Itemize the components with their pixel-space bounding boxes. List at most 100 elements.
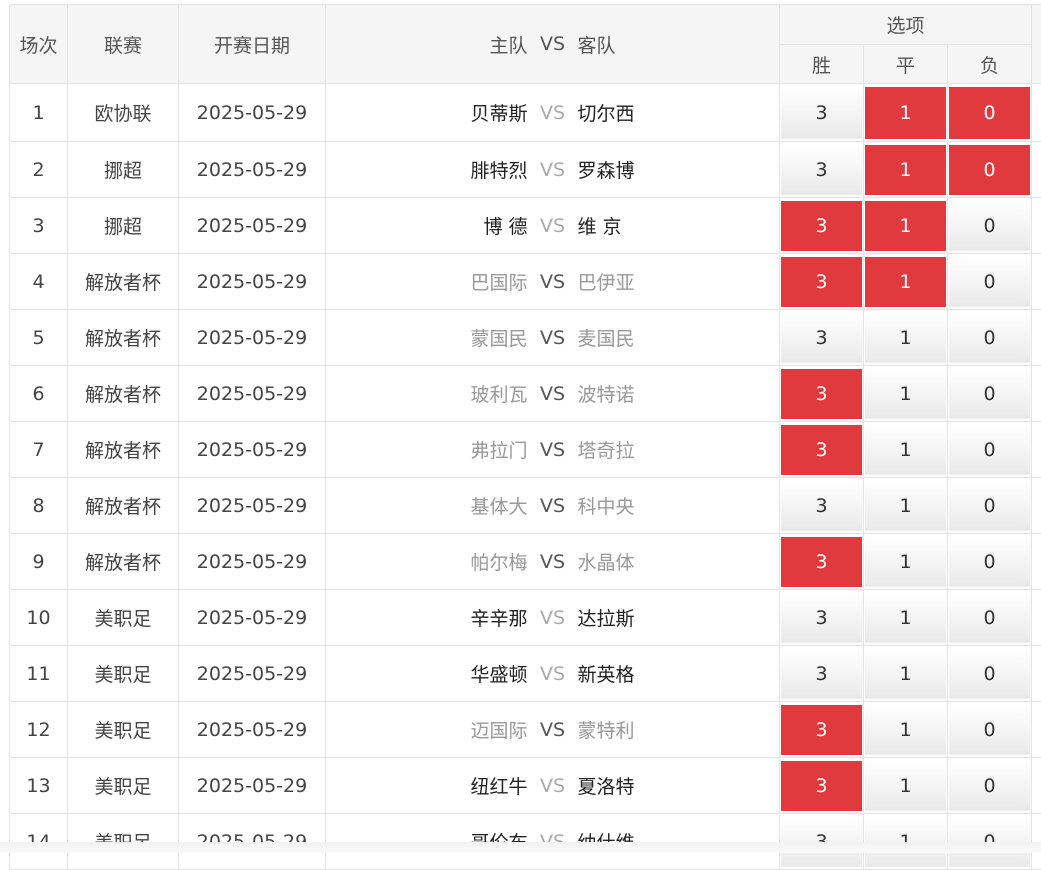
row-spacer bbox=[1032, 84, 1041, 142]
lose-option-button[interactable]: 0 bbox=[949, 481, 1030, 531]
home-team: 弗拉门 bbox=[408, 436, 528, 463]
lose-option-button[interactable]: 0 bbox=[949, 257, 1030, 307]
draw-option-button[interactable]: 1 bbox=[865, 481, 946, 531]
date-cell: 2025-05-29 bbox=[179, 422, 326, 478]
lose-option-button[interactable]: 0 bbox=[949, 425, 1030, 475]
win-option-button[interactable]: 3 bbox=[781, 313, 862, 363]
table-row: 7解放者杯2025-05-29弗拉门VS塔奇拉310 bbox=[10, 422, 1041, 478]
lose-option-button[interactable]: 0 bbox=[949, 705, 1030, 755]
match-no-cell: 2 bbox=[10, 142, 68, 198]
win-option-cell: 3 bbox=[780, 758, 864, 814]
draw-option-button[interactable]: 1 bbox=[865, 425, 946, 475]
row-spacer bbox=[1032, 422, 1041, 478]
league-cell: 欧协联 bbox=[68, 84, 179, 142]
win-option-cell: 3 bbox=[780, 142, 864, 198]
win-option-button[interactable]: 3 bbox=[781, 537, 862, 587]
draw-option-button[interactable]: 1 bbox=[865, 761, 946, 811]
lose-option-button[interactable]: 0 bbox=[949, 537, 1030, 587]
lose-option-button[interactable]: 0 bbox=[949, 761, 1030, 811]
win-option-button[interactable]: 3 bbox=[781, 87, 862, 139]
draw-option-button[interactable]: 1 bbox=[865, 705, 946, 755]
match-teams: 华盛顿VS新英格 bbox=[326, 660, 779, 687]
draw-option-button[interactable]: 1 bbox=[865, 145, 946, 195]
vs-label: VS bbox=[528, 327, 578, 349]
match-cell: 博 德VS维 京 bbox=[326, 198, 780, 254]
date-cell: 2025-05-29 bbox=[179, 702, 326, 758]
win-option-button[interactable]: 3 bbox=[781, 481, 862, 531]
match-cell: 迈国际VS蒙特利 bbox=[326, 702, 780, 758]
draw-option-cell: 1 bbox=[864, 534, 948, 590]
row-spacer bbox=[1032, 758, 1041, 814]
match-cell: 弗拉门VS塔奇拉 bbox=[326, 422, 780, 478]
win-option-cell: 3 bbox=[780, 646, 864, 702]
win-option-button[interactable]: 3 bbox=[781, 425, 862, 475]
match-no-cell: 10 bbox=[10, 590, 68, 646]
draw-option-button[interactable]: 1 bbox=[865, 313, 946, 363]
header-match-no: 场次 bbox=[10, 5, 68, 84]
win-option-button[interactable]: 3 bbox=[781, 201, 862, 251]
header-match-inner: 主队 VS 客队 bbox=[326, 31, 779, 58]
header-options: 选项 bbox=[780, 5, 1032, 45]
win-option-button[interactable]: 3 bbox=[781, 761, 862, 811]
lose-option-cell: 0 bbox=[948, 534, 1032, 590]
win-option-button[interactable]: 3 bbox=[781, 145, 862, 195]
away-team: 麦国民 bbox=[578, 324, 698, 351]
lose-option-cell: 0 bbox=[948, 310, 1032, 366]
draw-option-button[interactable]: 1 bbox=[865, 257, 946, 307]
draw-option-cell: 1 bbox=[864, 198, 948, 254]
lose-option-cell: 0 bbox=[948, 478, 1032, 534]
match-teams: 腓特烈VS罗森博 bbox=[326, 156, 779, 183]
away-team: 塔奇拉 bbox=[578, 436, 698, 463]
draw-option-cell: 1 bbox=[864, 590, 948, 646]
lose-option-button[interactable]: 0 bbox=[949, 87, 1030, 139]
match-no-cell: 3 bbox=[10, 198, 68, 254]
lose-option-button[interactable]: 0 bbox=[949, 649, 1030, 699]
match-cell: 帕尔梅VS水晶体 bbox=[326, 534, 780, 590]
date-cell: 2025-05-29 bbox=[179, 366, 326, 422]
table-row: 3挪超2025-05-29博 德VS维 京310 bbox=[10, 198, 1041, 254]
draw-option-button[interactable]: 1 bbox=[865, 649, 946, 699]
date-cell: 2025-05-29 bbox=[179, 758, 326, 814]
row-spacer bbox=[1032, 366, 1041, 422]
league-cell: 解放者杯 bbox=[68, 422, 179, 478]
draw-option-cell: 1 bbox=[864, 646, 948, 702]
lose-option-button[interactable]: 0 bbox=[949, 313, 1030, 363]
draw-option-button[interactable]: 1 bbox=[865, 201, 946, 251]
draw-option-button[interactable]: 1 bbox=[865, 593, 946, 643]
draw-option-button[interactable]: 1 bbox=[865, 87, 946, 139]
match-table-container: 场次 联赛 开赛日期 主队 VS 客队 选项 胜 平 负 1欧协联2025 bbox=[9, 4, 1041, 870]
match-cell: 辛辛那VS达拉斯 bbox=[326, 590, 780, 646]
vs-label: VS bbox=[528, 607, 578, 629]
win-option-button[interactable]: 3 bbox=[781, 705, 862, 755]
bottom-scroll-edge bbox=[0, 842, 1041, 853]
lose-option-button[interactable]: 0 bbox=[949, 201, 1030, 251]
lose-option-button[interactable]: 0 bbox=[949, 593, 1030, 643]
lose-option-cell: 0 bbox=[948, 590, 1032, 646]
home-team: 基体大 bbox=[408, 492, 528, 519]
win-option-button[interactable]: 3 bbox=[781, 593, 862, 643]
win-option-button[interactable]: 3 bbox=[781, 257, 862, 307]
vs-label: VS bbox=[528, 663, 578, 685]
match-teams: 玻利瓦VS波特诺 bbox=[326, 380, 779, 407]
win-option-button[interactable]: 3 bbox=[781, 649, 862, 699]
lose-option-cell: 0 bbox=[948, 198, 1032, 254]
lose-option-cell: 0 bbox=[948, 702, 1032, 758]
header-lose: 负 bbox=[948, 45, 1032, 84]
vs-label: VS bbox=[528, 215, 578, 237]
league-cell: 解放者杯 bbox=[68, 534, 179, 590]
date-cell: 2025-05-29 bbox=[179, 590, 326, 646]
win-option-button[interactable]: 3 bbox=[781, 369, 862, 419]
lose-option-button[interactable]: 0 bbox=[949, 145, 1030, 195]
match-no-cell: 4 bbox=[10, 254, 68, 310]
lose-option-button[interactable]: 0 bbox=[949, 369, 1030, 419]
draw-option-cell: 1 bbox=[864, 366, 948, 422]
vs-label: VS bbox=[528, 551, 578, 573]
draw-option-button[interactable]: 1 bbox=[865, 537, 946, 587]
away-team: 新英格 bbox=[578, 660, 698, 687]
match-no-cell: 6 bbox=[10, 366, 68, 422]
win-option-cell: 3 bbox=[780, 366, 864, 422]
row-spacer bbox=[1032, 702, 1041, 758]
vs-label: VS bbox=[528, 439, 578, 461]
match-cell: 腓特烈VS罗森博 bbox=[326, 142, 780, 198]
draw-option-button[interactable]: 1 bbox=[865, 369, 946, 419]
